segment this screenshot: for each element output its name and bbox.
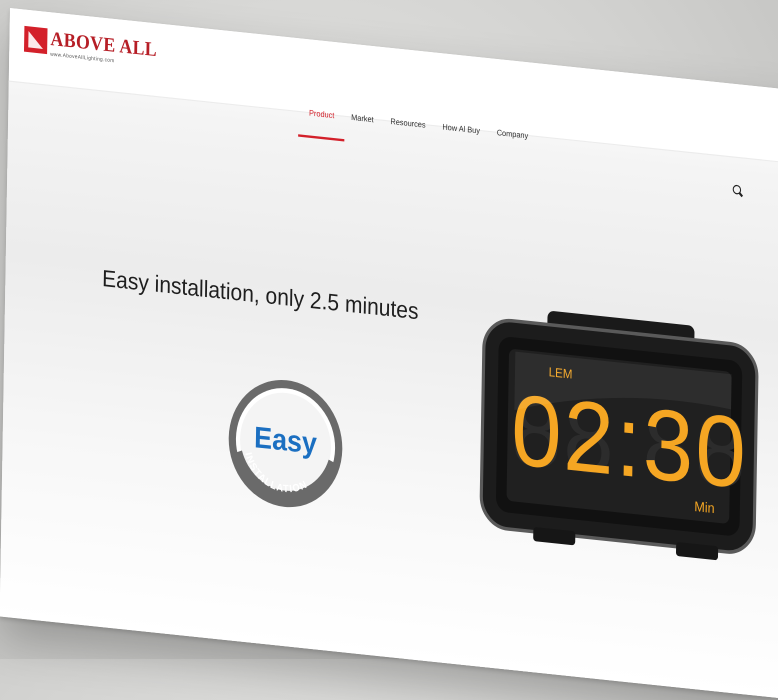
- site-header: ABOVE ALL www.AboveAllLighting.com: [8, 8, 778, 166]
- countdown-timer-illustration: 88:88 LEM 02:30 Min: [479, 311, 759, 561]
- nav-item-product[interactable]: Product: [309, 110, 334, 121]
- timer-unit-label: Min: [694, 498, 715, 516]
- website-screen: ABOVE ALL www.AboveAllLighting.com Produ…: [0, 8, 778, 700]
- logo-mark-icon: [23, 25, 48, 55]
- easy-installation-badge-icon: Easy INSTALLATION: [228, 380, 343, 508]
- hero-headline: Easy installation, only 2.5 minutes: [101, 266, 419, 326]
- brand-logo[interactable]: ABOVE ALL www.AboveAllLighting.com: [23, 25, 157, 68]
- nav-item-market[interactable]: Market: [351, 114, 374, 125]
- badge-word: Easy: [254, 421, 317, 461]
- search-icon[interactable]: [732, 184, 742, 195]
